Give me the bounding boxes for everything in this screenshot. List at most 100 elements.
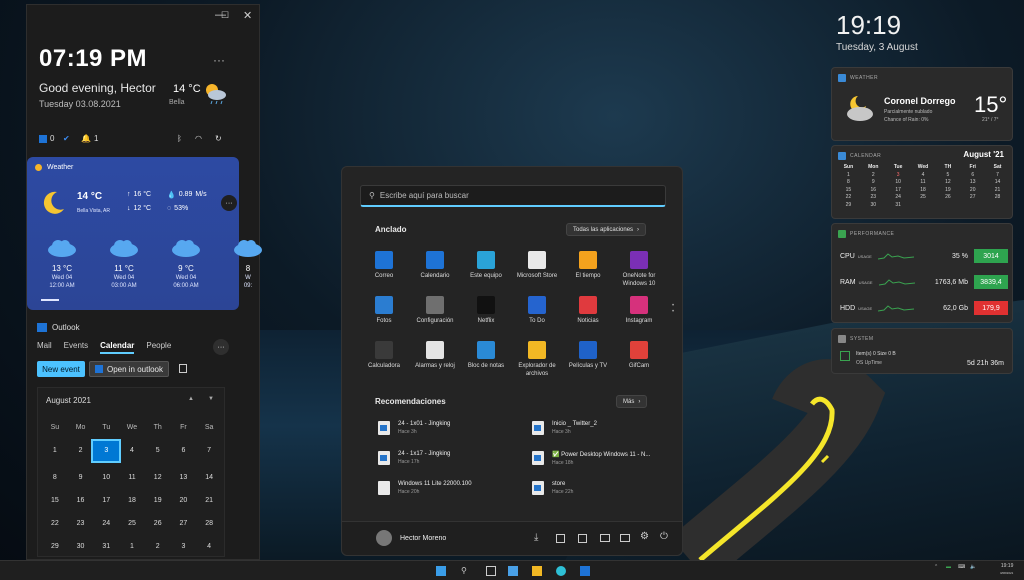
calendar-day[interactable]: 29 (42, 541, 68, 553)
keyboard-icon[interactable]: ⌨ (958, 564, 965, 570)
pinned-app[interactable]: Este equipo (460, 251, 512, 281)
calendar-day[interactable]: 14 (196, 472, 222, 484)
tray-clock[interactable]: 19:19 3/08/2021 (1000, 563, 1013, 577)
weather-more-button[interactable]: ··· (221, 195, 237, 211)
widgets-icon[interactable] (508, 566, 518, 576)
calendar-day[interactable]: 15 (836, 187, 861, 195)
pinned-app[interactable]: Bloc de notas (460, 341, 512, 371)
calendar-day[interactable]: 31 (93, 541, 119, 553)
todo-status[interactable]: ✔ (63, 134, 70, 143)
calendar-widget[interactable]: CALENDAR August '21 Sun Mon Tue Wed TH Fri Sat… (831, 145, 1013, 219)
calendar-view-icon[interactable] (179, 364, 187, 373)
calendar-day[interactable]: 16 (861, 187, 886, 195)
calendar-day[interactable]: 19 (935, 187, 960, 195)
weather-widget[interactable]: WEATHER Coronel Dorrego Parcialmente nub… (831, 67, 1013, 141)
calendar-day[interactable]: 5 (145, 445, 171, 457)
calendar-day[interactable]: 8 (42, 472, 68, 484)
calendar-day[interactable]: 21 (196, 495, 222, 507)
calendar-day[interactable]: 15 (42, 495, 68, 507)
search-box[interactable]: ⚲ Escribe aquí para buscar (360, 185, 666, 207)
mail-status[interactable]: 0 (39, 134, 54, 143)
pictures-icon[interactable] (578, 534, 587, 543)
user-button[interactable]: Hector Moreno (376, 530, 446, 546)
edge-icon[interactable] (556, 566, 566, 576)
tab-mail[interactable]: Mail (37, 341, 52, 354)
calendar-day[interactable]: 10 (93, 472, 119, 484)
outlook-more-button[interactable]: ··· (213, 339, 229, 355)
downloads-icon[interactable]: ⤓ (534, 532, 538, 543)
pinned-app[interactable]: Noticias (562, 296, 614, 326)
recommended-item[interactable]: store Hace 22h (532, 481, 573, 495)
page-indicator-icon[interactable]: • • (672, 303, 674, 315)
documents-icon[interactable] (556, 534, 565, 543)
pinned-app[interactable]: El tiempo (562, 251, 614, 281)
calendar-day[interactable]: 18 (911, 187, 936, 195)
calendar-day[interactable]: 25 (119, 518, 145, 530)
weather-card[interactable]: Weather 14 °C Bella Vista, AR ↑ 16 °C ↓ 12… (27, 157, 262, 310)
calendar-day[interactable]: 24 (93, 518, 119, 530)
pinned-app[interactable]: Netflix (460, 296, 512, 326)
files-icon[interactable] (620, 534, 630, 542)
close-button[interactable]: ✕ (243, 9, 252, 22)
pinned-app[interactable]: OneNote for Windows 10 (613, 251, 665, 289)
calendar-day[interactable]: 19 (145, 495, 171, 507)
all-apps-button[interactable]: Todas las aplicaciones › (566, 223, 647, 236)
calendar-day[interactable]: 22 (42, 518, 68, 530)
calendar-day[interactable]: 31 (886, 202, 911, 210)
calendar-day[interactable]: 2 (68, 445, 94, 457)
new-event-button[interactable]: New event (37, 361, 85, 377)
calendar-day[interactable]: 21 (985, 187, 1010, 195)
recommended-item[interactable]: Windows 11 Lite 22000.100 Hace 20h (378, 481, 472, 495)
next-month-icon[interactable]: ▼ (208, 396, 214, 402)
calendar-day[interactable]: 18 (119, 495, 145, 507)
calendar-day[interactable]: 24 (886, 194, 911, 202)
calendar-day[interactable]: 27 (960, 194, 985, 202)
power-icon[interactable]: ⏻ (660, 531, 668, 542)
calendar-day[interactable]: 11 (119, 472, 145, 484)
calendar-day[interactable]: 11 (911, 179, 936, 187)
calendar-day[interactable]: 4 (119, 445, 145, 457)
calendar-day[interactable]: 28 (985, 194, 1010, 202)
open-in-outlook-button[interactable]: Open in outlook (89, 361, 169, 377)
calendar-day[interactable]: 26 (145, 518, 171, 530)
more-button[interactable]: ··· (213, 53, 225, 67)
calendar-day[interactable]: 17 (886, 187, 911, 195)
calendar-day[interactable]: 17 (93, 495, 119, 507)
pinned-app[interactable]: Alarmas y reloj (409, 341, 461, 371)
maximize-button[interactable]: ☐ (221, 10, 229, 21)
calendar-day[interactable]: 29 (836, 202, 861, 210)
calendar-day[interactable]: 6 (960, 172, 985, 180)
calendar-day[interactable]: 4 (911, 172, 936, 180)
prev-month-icon[interactable]: ▲ (188, 396, 194, 402)
pinned-app[interactable]: Calendario (409, 251, 461, 281)
tab-events[interactable]: Events (64, 341, 88, 354)
calendar-day[interactable]: 26 (935, 194, 960, 202)
calendar-day[interactable]: 1 (119, 541, 145, 553)
calendar-day[interactable]: 22 (836, 194, 861, 202)
performance-widget[interactable]: PERFORMANCE CPU USAGE 35 % 3014 RAM USAGE 1763… (831, 223, 1013, 323)
calendar-day[interactable]: 1 (42, 445, 68, 457)
bluetooth-icon[interactable]: ᛒ (177, 134, 182, 143)
recommended-item[interactable]: Inicio _ Twitter_2 Hace 3h (532, 421, 597, 435)
pinned-app[interactable]: Fotos (358, 296, 410, 326)
tab-calendar[interactable]: Calendar (100, 341, 135, 354)
calendar-day[interactable]: 30 (68, 541, 94, 553)
pinned-app[interactable]: To Do (511, 296, 563, 326)
more-recommended-button[interactable]: Más › (616, 395, 648, 408)
calendar-day[interactable]: 5 (935, 172, 960, 180)
calendar-day[interactable]: 14 (985, 179, 1010, 187)
system-widget[interactable]: SYSTEM Item(s) 0 Size 0 B OS UpTime 5d 2… (831, 328, 1013, 374)
calendar-day[interactable]: 9 (861, 179, 886, 187)
pinned-app[interactable]: Microsoft Store (511, 251, 563, 281)
recommended-item[interactable]: 24 - 1x17 - Jingking Hace 17h (378, 451, 450, 465)
refresh-icon[interactable]: ↻ (215, 134, 222, 143)
calendar-day[interactable]: 12 (145, 472, 171, 484)
file-explorer-icon[interactable] (532, 566, 542, 576)
pinned-app[interactable]: GifCam (613, 341, 665, 371)
calendar-day[interactable]: 12 (935, 179, 960, 187)
calendar-day[interactable]: 13 (960, 179, 985, 187)
wifi-icon[interactable]: ◠ (195, 134, 202, 143)
tab-people[interactable]: People (146, 341, 171, 354)
calendar-day[interactable]: 1 (836, 172, 861, 180)
calendar-day[interactable]: 20 (171, 495, 197, 507)
